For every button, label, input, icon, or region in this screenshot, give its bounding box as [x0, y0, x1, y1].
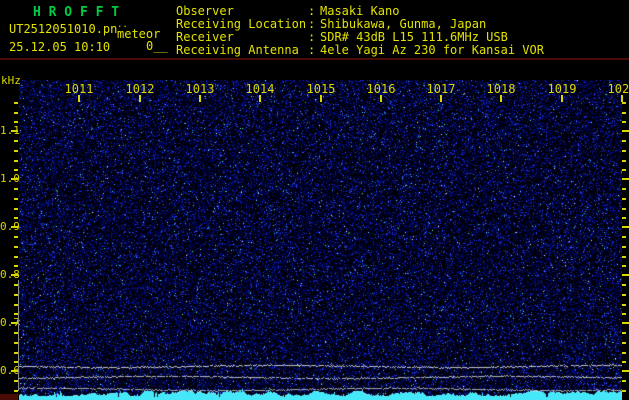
freq-major-tick	[11, 226, 18, 228]
freq-minor-tick-right	[622, 332, 626, 334]
freq-minor-tick-right	[622, 121, 626, 123]
freq-major-tick	[11, 322, 18, 324]
freq-minor-tick-right	[622, 102, 626, 104]
time-tick	[139, 95, 141, 102]
freq-minor-tick	[14, 246, 18, 248]
freq-minor-tick	[14, 198, 18, 200]
time-tick	[199, 95, 201, 102]
time-tick	[621, 95, 623, 102]
khz-unit-label: kHz	[1, 74, 21, 87]
time-tick	[561, 95, 563, 102]
freq-minor-tick-right	[622, 390, 626, 392]
freq-major-tick	[11, 130, 18, 132]
freq-minor-tick	[14, 188, 18, 190]
freq-minor-tick-right	[622, 169, 626, 171]
freq-major-tick-right	[622, 226, 629, 228]
freq-minor-tick-right	[622, 217, 626, 219]
start-artifact-line	[18, 280, 19, 391]
freq-minor-tick	[14, 140, 18, 142]
info-label: Receiving Antenna	[176, 43, 299, 57]
bottom-left-strip	[0, 394, 18, 400]
freq-minor-tick-right	[622, 265, 626, 267]
freq-minor-tick-right	[622, 284, 626, 286]
time-tick-label: 1015	[306, 82, 336, 96]
freq-minor-tick	[14, 217, 18, 219]
freq-minor-tick-right	[622, 294, 626, 296]
freq-minor-tick	[14, 160, 18, 162]
time-tick-label: 1016	[366, 82, 396, 96]
freq-minor-tick-right	[622, 361, 626, 363]
freq-major-tick-right	[622, 274, 629, 276]
freq-minor-tick-right	[622, 198, 626, 200]
freq-minor-tick	[14, 102, 18, 104]
freq-major-tick-right	[622, 322, 629, 324]
app-title: H R O F F T	[33, 5, 120, 20]
time-tick	[259, 95, 261, 102]
freq-minor-tick-right	[622, 352, 626, 354]
time-tick-label: 1019	[547, 82, 577, 96]
freq-minor-tick-right	[622, 246, 626, 248]
freq-major-tick	[11, 370, 18, 372]
freq-minor-tick	[14, 121, 18, 123]
freq-minor-tick	[14, 265, 18, 267]
freq-major-tick	[11, 178, 18, 180]
freq-minor-tick-right	[622, 256, 626, 258]
time-tick-label: 1012	[125, 82, 155, 96]
freq-minor-tick-right	[622, 208, 626, 210]
time-tick-label: 1017	[426, 82, 456, 96]
freq-minor-tick	[14, 150, 18, 152]
time-tick-label: 1011	[64, 82, 94, 96]
freq-minor-tick-right	[622, 313, 626, 315]
datetime: 25.12.05 10:10	[9, 40, 111, 54]
time-tick	[380, 95, 382, 102]
freq-major-tick-right	[622, 370, 629, 372]
header-divider	[0, 58, 629, 60]
filename: UT2512051010.pn	[9, 22, 118, 36]
time-tick	[320, 95, 322, 102]
freq-minor-tick-right	[622, 160, 626, 162]
info-colon: :	[308, 43, 316, 57]
time-tick	[440, 95, 442, 102]
freq-minor-tick	[14, 236, 18, 238]
time-tick	[500, 95, 502, 102]
freq-minor-tick-right	[622, 236, 626, 238]
freq-major-tick	[11, 274, 18, 276]
freq-major-tick-right	[622, 130, 629, 132]
time-tick-label: 1014	[245, 82, 275, 96]
freq-minor-tick-right	[622, 304, 626, 306]
freq-minor-tick-right	[622, 112, 626, 114]
freq-minor-tick	[14, 169, 18, 171]
time-tick-label: 1020	[607, 82, 629, 96]
hrofft-screen: H R O F F T UT2512051010.pn .. meteor 25…	[0, 0, 629, 400]
freq-minor-tick	[14, 208, 18, 210]
freq-minor-tick-right	[622, 380, 626, 382]
freq-major-tick-right	[622, 178, 629, 180]
freq-minor-tick-right	[622, 150, 626, 152]
freq-minor-tick	[14, 256, 18, 258]
freq-minor-tick-right	[622, 342, 626, 344]
freq-minor-tick	[14, 112, 18, 114]
time-tick-label: 1018	[486, 82, 516, 96]
echo-count: 0__	[146, 39, 168, 53]
time-tick	[78, 95, 80, 102]
time-tick-label: 1013	[185, 82, 215, 96]
freq-minor-tick-right	[622, 188, 626, 190]
freq-minor-tick-right	[622, 140, 626, 142]
info-value: 4ele Yagi Az 230 for Kansai VOR	[320, 43, 544, 57]
spectrogram-canvas	[19, 80, 622, 400]
